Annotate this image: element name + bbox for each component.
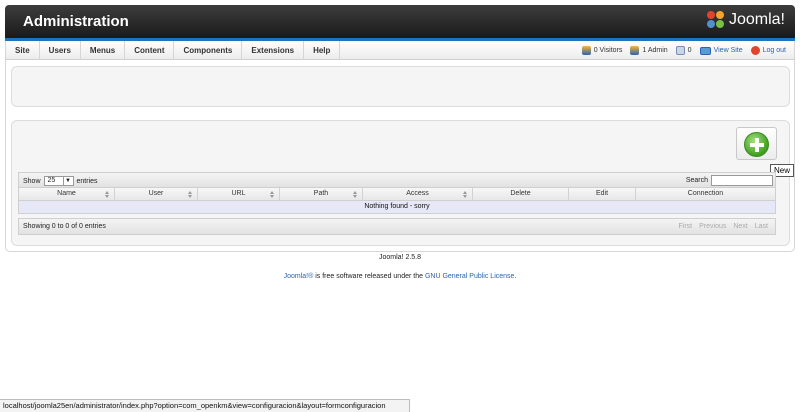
search-label: Search	[685, 177, 708, 184]
empty-table-row: Nothing found - sorry	[18, 201, 776, 214]
license-middle: is free software released under the	[313, 273, 425, 280]
messages-icon	[675, 46, 685, 55]
joomla-logo-icon	[706, 11, 725, 29]
messages-status[interactable]: 0	[675, 46, 692, 55]
browser-status-bar: localhost/joomla25en/administrator/index…	[0, 399, 410, 412]
license-end: .	[514, 273, 517, 280]
monitor-icon	[699, 46, 711, 55]
chevron-down-icon: ▼	[62, 177, 73, 185]
table-footer: Showing 0 to 0 of 0 entries First Previo…	[18, 218, 776, 235]
license-text: Joomla!® is free software released under…	[0, 273, 800, 280]
column-label: Access	[406, 190, 429, 197]
table-toolbar: Show 25 ▼ entries Search	[18, 172, 776, 188]
column-label: Path	[313, 190, 329, 197]
pager-first[interactable]: First	[676, 222, 696, 231]
menu-item-help[interactable]: Help	[304, 41, 341, 60]
pager-next[interactable]: Next	[730, 222, 750, 231]
entries-value: 25	[47, 177, 56, 184]
brand-name: Joomla!	[728, 11, 785, 28]
visitors-count: 0 Visitors	[593, 47, 623, 54]
menu-item-content[interactable]: Content	[125, 41, 175, 60]
column-label: Name	[57, 190, 76, 197]
add-icon	[744, 132, 769, 157]
joomla-link[interactable]: Joomla!®	[284, 273, 314, 280]
visitors-status: 0 Visitors	[581, 46, 623, 55]
gpl-link[interactable]: GNU General Public License	[425, 273, 515, 280]
search-control: Search	[686, 175, 773, 186]
sort-icon	[463, 191, 468, 198]
message-panel	[11, 66, 790, 107]
new-button[interactable]	[736, 127, 777, 160]
admin-icon	[630, 46, 640, 55]
column-label: URL	[231, 190, 246, 197]
sort-icon	[105, 191, 110, 198]
column-header-connection: Connection	[636, 188, 775, 200]
logout-link[interactable]: Log out	[750, 46, 786, 55]
sort-icon	[188, 191, 193, 198]
pagination: First Previous Next Last	[676, 222, 771, 231]
view-site-link[interactable]: View Site	[699, 46, 743, 55]
menu-item-site[interactable]: Site	[6, 41, 40, 60]
page: Administration Joomla! Site Users Menus …	[0, 0, 800, 412]
column-header-url[interactable]: URL	[198, 188, 280, 200]
pager-last[interactable]: Last	[752, 222, 771, 231]
entries-label: entries	[76, 177, 98, 185]
menu-item-components[interactable]: Components	[174, 41, 243, 60]
menu-item-menus[interactable]: Menus	[81, 41, 126, 60]
table-info: Showing 0 to 0 of 0 entries	[23, 223, 106, 230]
column-label: Edit	[595, 190, 609, 197]
column-header-name[interactable]: Name	[19, 188, 115, 200]
page-title: Administration	[23, 13, 129, 30]
joomla-brand: Joomla!	[706, 11, 785, 29]
column-label: Delete	[510, 190, 531, 197]
admins-count: 1 Admin	[642, 47, 668, 54]
visitors-icon	[581, 46, 591, 55]
column-header-delete: Delete	[473, 188, 569, 200]
table-header: Name User URL Path Access Delete Edit Co…	[18, 188, 776, 201]
entries-control: Show 25 ▼ entries	[23, 176, 98, 186]
column-label: User	[148, 190, 164, 197]
column-header-access[interactable]: Access	[363, 188, 473, 200]
sort-icon	[270, 191, 275, 198]
column-label: Connection	[687, 190, 724, 197]
status-area: 0 Visitors 1 Admin 0 View Site Log out	[581, 41, 786, 60]
search-input[interactable]	[711, 175, 773, 186]
sort-icon	[353, 191, 358, 198]
admin-header: Administration Joomla!	[5, 5, 795, 38]
data-table: Show 25 ▼ entries Search Name User URL P…	[18, 172, 776, 235]
menu-item-users[interactable]: Users	[40, 41, 81, 60]
version-text: Joomla! 2.5.8	[378, 254, 422, 261]
logout-icon	[750, 46, 760, 55]
pager-previous[interactable]: Previous	[696, 222, 729, 231]
admins-status: 1 Admin	[630, 46, 668, 55]
show-label: Show	[23, 177, 41, 185]
menu-bar: Site Users Menus Content Components Exte…	[5, 41, 795, 60]
main-menu: Site Users Menus Content Components Exte…	[6, 41, 341, 60]
entries-select[interactable]: 25 ▼	[43, 176, 74, 186]
logout-label: Log out	[762, 47, 786, 54]
column-header-path[interactable]: Path	[280, 188, 363, 200]
menu-item-extensions[interactable]: Extensions	[242, 41, 305, 60]
column-header-user[interactable]: User	[115, 188, 198, 200]
messages-count: 0	[687, 47, 692, 54]
column-header-edit: Edit	[569, 188, 636, 200]
view-site-label: View Site	[713, 47, 743, 54]
